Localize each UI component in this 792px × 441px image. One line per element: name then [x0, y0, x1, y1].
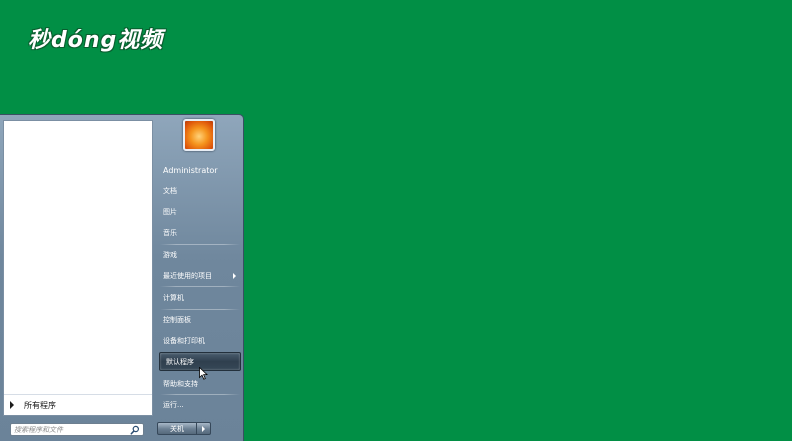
- triangle-right-icon: [10, 401, 14, 409]
- menu-item-label: 默认程序: [166, 357, 194, 366]
- start-menu: 所有程序 Administrator 文档 图片 音乐 游戏 最近使用的项目: [0, 114, 244, 441]
- programs-pane: 所有程序: [3, 120, 153, 416]
- search-box[interactable]: [10, 423, 144, 436]
- menu-item-administrator[interactable]: Administrator: [157, 161, 241, 180]
- menu-item-label: 计算机: [163, 293, 184, 302]
- mouse-cursor-icon: [199, 367, 208, 380]
- menu-item-recent-items[interactable]: 最近使用的项目: [157, 266, 241, 285]
- menu-item-label: 音乐: [163, 228, 177, 237]
- menu-item-label: 最近使用的项目: [163, 271, 212, 280]
- triangle-right-icon: [202, 425, 205, 432]
- shutdown-options-button[interactable]: [197, 422, 211, 435]
- menu-item-run[interactable]: 运行...: [157, 395, 241, 414]
- menu-item-label: 控制面板: [163, 315, 191, 324]
- submenu-arrow-icon: [233, 273, 236, 279]
- shutdown-button[interactable]: 关机: [157, 422, 197, 435]
- menu-item-control-panel[interactable]: 控制面板: [157, 310, 241, 329]
- all-programs-label: 所有程序: [24, 400, 56, 410]
- menu-item-music[interactable]: 音乐: [157, 223, 241, 242]
- menu-item-documents[interactable]: 文档: [157, 181, 241, 200]
- menu-separator: [160, 286, 240, 287]
- user-name-label: Administrator: [163, 166, 218, 175]
- user-avatar[interactable]: [183, 119, 215, 151]
- menu-item-label: 图片: [163, 207, 177, 216]
- shutdown-group: 关机: [157, 422, 211, 435]
- menu-item-pictures[interactable]: 图片: [157, 202, 241, 221]
- search-icon[interactable]: [130, 425, 140, 435]
- menu-item-label: 帮助和支持: [163, 379, 198, 388]
- menu-item-label: 游戏: [163, 250, 177, 259]
- menu-item-label: 文档: [163, 186, 177, 195]
- shutdown-label: 关机: [170, 424, 184, 433]
- menu-item-label: 运行...: [163, 400, 184, 409]
- menu-item-devices-printers[interactable]: 设备和打印机: [157, 331, 241, 350]
- watermark-logo: 秒dóng视频: [28, 28, 164, 53]
- all-programs-item[interactable]: 所有程序: [4, 394, 152, 415]
- menu-item-computer[interactable]: 计算机: [157, 288, 241, 307]
- menu-item-label: 设备和打印机: [163, 336, 205, 345]
- search-input[interactable]: [11, 424, 126, 435]
- menu-item-games[interactable]: 游戏: [157, 245, 241, 264]
